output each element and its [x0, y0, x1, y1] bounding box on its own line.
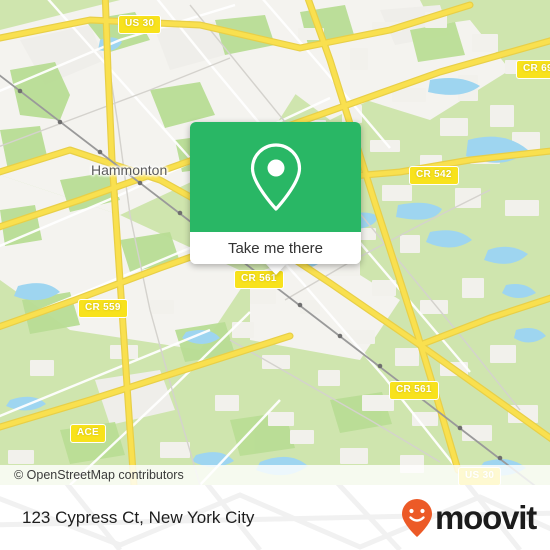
route-shield-cr-559: CR 559 — [78, 299, 128, 318]
moovit-map-screen: Hammonton US 30 CR 693 CR 542 CR 561 CR … — [0, 0, 550, 550]
bottom-info-bar: 123 Cypress Ct, New York City moovit — [0, 485, 550, 550]
take-me-there-button[interactable]: Take me there — [190, 232, 361, 264]
route-shield-us-30-north: US 30 — [118, 15, 162, 34]
destination-popup-card[interactable]: Take me there — [190, 122, 361, 264]
popup-header — [190, 122, 361, 232]
place-label-hammonton: Hammonton — [91, 162, 168, 178]
moovit-wordmark: moovit — [435, 499, 537, 536]
osm-attribution-text: © OpenStreetMap contributors — [14, 468, 184, 482]
moovit-smiley-pin-icon — [402, 498, 433, 537]
popup-pointer — [265, 263, 287, 275]
route-shield-cr-542: CR 542 — [409, 166, 459, 185]
map-attribution-bar: © OpenStreetMap contributors — [0, 465, 550, 485]
moovit-logo: moovit — [401, 498, 537, 538]
route-shield-ace: ACE — [70, 424, 107, 443]
address-text: 123 Cypress Ct, New York City — [22, 507, 255, 527]
take-me-there-label: Take me there — [227, 239, 324, 257]
map-canvas[interactable]: Hammonton US 30 CR 693 CR 542 CR 561 CR … — [0, 0, 550, 485]
route-shield-cr-561-lower: CR 561 — [389, 381, 439, 400]
route-shield-cr-693: CR 693 — [516, 60, 550, 79]
location-pin-icon — [250, 143, 301, 211]
